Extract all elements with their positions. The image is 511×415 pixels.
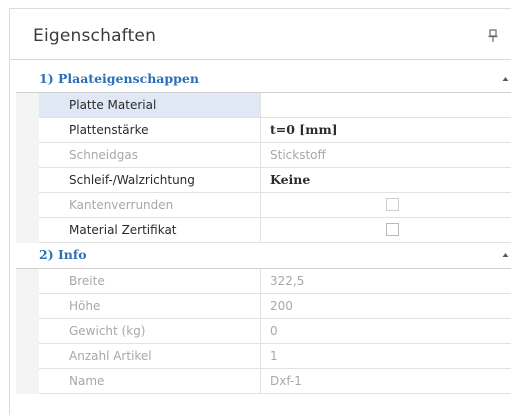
category-label: 1) Plaateigenschappen (39, 71, 199, 86)
property-name: Plattenstärke (69, 123, 149, 137)
property-row-gewicht-kg: Gewicht (kg) 0 (16, 319, 511, 344)
property-value-cell: Stickstoff (261, 143, 511, 167)
property-name-cell: Schleif-/Walzrichtung (39, 168, 261, 192)
panel-title: Eigenschaften (33, 26, 157, 46)
property-row-name: Name Dxf-1 (16, 369, 511, 394)
row-gutter (16, 294, 39, 319)
row-gutter (16, 143, 39, 168)
property-value-cell: 322,5 (261, 269, 511, 293)
property-row-schleif-walzrichtung[interactable]: Schleif-/Walzrichtung Keine (16, 168, 511, 193)
chevron-up-icon[interactable] (502, 252, 509, 258)
row-gutter (16, 344, 39, 369)
property-row-kantenverrunden: Kantenverrunden (16, 193, 511, 218)
property-value: Keine (270, 172, 311, 187)
property-row-anzahl-artikel: Anzahl Artikel 1 (16, 344, 511, 369)
property-name: Anzahl Artikel (69, 349, 152, 363)
row-gutter (16, 269, 39, 294)
property-name: Kantenverrunden (69, 198, 174, 212)
property-value-cell: 0 (261, 319, 511, 343)
property-row-hoehe: Höhe 200 (16, 294, 511, 319)
property-name: Breite (69, 274, 105, 288)
property-value-cell: Dxf-1 (261, 369, 511, 393)
property-row-platte-material[interactable]: Platte Material (16, 93, 511, 118)
property-name-cell: Breite (39, 269, 261, 293)
property-name-cell: Plattenstärke (39, 118, 261, 142)
chevron-up-icon[interactable] (502, 76, 509, 82)
checkbox[interactable] (386, 223, 399, 236)
property-value: 322,5 (270, 274, 305, 288)
property-value: 200 (270, 299, 293, 313)
property-value-cell: 1 (261, 344, 511, 368)
row-gutter (16, 319, 39, 344)
property-name: Name (69, 374, 105, 388)
property-name-cell: Höhe (39, 294, 261, 318)
panel-header: Eigenschaften (10, 9, 511, 60)
row-gutter (16, 168, 39, 193)
property-row-material-zertifikat[interactable]: Material Zertifikat (16, 218, 511, 243)
property-name-cell: Kantenverrunden (39, 193, 261, 217)
property-value-cell[interactable]: t=0 [mm] (261, 118, 511, 142)
property-name: Material Zertifikat (69, 223, 177, 237)
property-name: Platte Material (69, 98, 157, 112)
property-value: t=0 [mm] (270, 122, 338, 137)
property-value: 1 (270, 349, 278, 363)
property-name-cell: Name (39, 369, 261, 393)
property-name-cell: Anzahl Artikel (39, 344, 261, 368)
property-row-plattenstaerke[interactable]: Plattenstärke t=0 [mm] (16, 118, 511, 143)
property-value-cell (261, 193, 511, 217)
property-name-cell: Material Zertifikat (39, 218, 261, 242)
property-name-cell: Platte Material (39, 93, 261, 117)
row-gutter (16, 218, 39, 243)
pin-icon[interactable] (487, 29, 499, 43)
property-name-cell: Gewicht (kg) (39, 319, 261, 343)
checkbox (386, 198, 399, 211)
property-name: Schneidgas (69, 148, 138, 162)
property-value: 0 (270, 324, 278, 338)
property-grid: 1) Plaateigenschappen Platte Material Plat… (16, 67, 511, 394)
property-value-cell[interactable] (261, 218, 511, 242)
property-row-breite: Breite 322,5 (16, 269, 511, 294)
property-name-cell: Schneidgas (39, 143, 261, 167)
property-value-cell[interactable] (261, 93, 511, 117)
property-value: Dxf-1 (270, 374, 302, 388)
property-value: Stickstoff (270, 148, 326, 162)
row-gutter (16, 193, 39, 218)
row-gutter (16, 118, 39, 143)
properties-panel: Eigenschaften 1) Plaateigenschappen Platt… (9, 8, 511, 415)
row-gutter (16, 93, 39, 118)
row-gutter (16, 369, 39, 394)
property-name: Höhe (69, 299, 101, 313)
property-name: Schleif-/Walzrichtung (69, 173, 195, 187)
property-name: Gewicht (kg) (69, 324, 146, 338)
category-header-2[interactable]: 2) Info (16, 243, 511, 269)
category-label: 2) Info (39, 247, 87, 262)
property-row-schneidgas: Schneidgas Stickstoff (16, 143, 511, 168)
property-value-cell[interactable]: Keine (261, 168, 511, 192)
category-header-1[interactable]: 1) Plaateigenschappen (16, 67, 511, 93)
property-value-cell: 200 (261, 294, 511, 318)
